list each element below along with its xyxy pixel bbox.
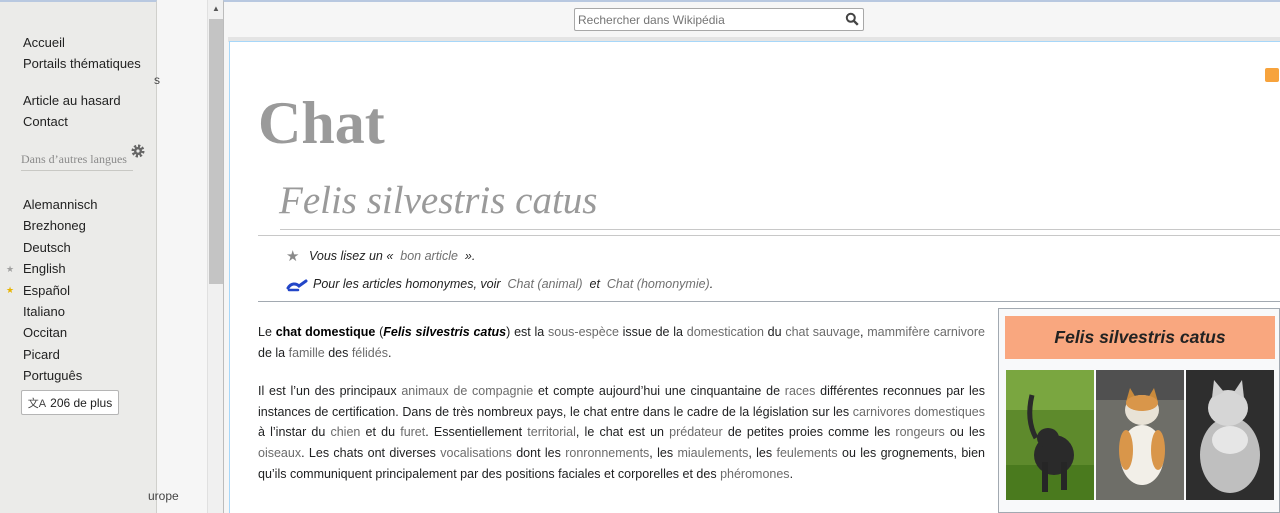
article-link[interactable]: phéromones xyxy=(720,467,790,481)
search-box[interactable] xyxy=(574,8,864,31)
disambiguation-icon xyxy=(286,279,308,292)
article-link[interactable]: vocalisations xyxy=(440,446,512,460)
bold-term: chat domestique xyxy=(275,325,376,339)
paragraph-text: de petites proies comme les xyxy=(722,425,896,440)
lang-picard[interactable]: Picard xyxy=(23,347,60,362)
sidebar-scrollbar[interactable]: ▲ xyxy=(207,0,223,513)
article-link[interactable]: rongeurs xyxy=(895,425,944,439)
more-languages-label: 206 de plus xyxy=(50,395,113,410)
edit-icon[interactable] xyxy=(1265,68,1279,82)
paragraph-text: Il est l’un des principaux xyxy=(258,384,402,398)
more-languages-button[interactable]: 文A 206 de plus xyxy=(21,390,119,415)
paragraph-text: dont les xyxy=(511,446,566,461)
paragraph-text: et du xyxy=(360,425,401,440)
sidebar: Accueil Portails thématiques Article au … xyxy=(0,0,157,513)
good-article-link[interactable]: bon article xyxy=(400,249,458,263)
article-link[interactable]: sous-espèce xyxy=(548,325,619,339)
paragraph-text: , les xyxy=(649,446,678,461)
article-link[interactable]: carnivores domestiques xyxy=(853,405,985,419)
paragraph-text: . Les chats ont diverses xyxy=(301,446,441,461)
nav-portails[interactable]: Portails thématiques xyxy=(23,56,143,71)
article-link[interactable]: furet xyxy=(400,425,425,439)
background-text-fragment: s xyxy=(154,73,160,87)
paragraph-text: Le xyxy=(258,325,276,339)
article-link[interactable]: miaulements xyxy=(677,446,748,460)
paragraph-text: du xyxy=(763,325,786,339)
divider xyxy=(280,229,1280,230)
article-link[interactable]: ronronnements xyxy=(565,446,649,460)
search-icon[interactable] xyxy=(845,12,859,26)
nav-article-hasard[interactable]: Article au hasard xyxy=(23,93,143,108)
lang-alemannisch[interactable]: Alemannisch xyxy=(23,197,97,212)
article-link[interactable]: domestication xyxy=(687,325,764,339)
article-link[interactable]: famille xyxy=(289,346,325,360)
lang-italiano[interactable]: Italiano xyxy=(23,304,65,319)
article-link[interactable]: mammifère xyxy=(867,325,930,339)
paragraph-text: , les xyxy=(748,446,777,461)
lang-brezhoneg[interactable]: Brezhoneg xyxy=(23,218,86,233)
article-link[interactable]: félidés xyxy=(352,346,388,360)
lang-espanol[interactable]: Español xyxy=(23,283,70,298)
paragraph-text: ou les xyxy=(944,425,985,440)
cat-photo-orange-white[interactable] xyxy=(1096,370,1184,500)
good-article-star-icon: ★ xyxy=(6,264,15,274)
paragraph-text: . xyxy=(789,466,794,481)
background-page-strip: s urope xyxy=(148,0,207,513)
paragraph-text: de la xyxy=(258,345,289,360)
scroll-up-arrow-icon[interactable]: ▲ xyxy=(208,0,224,18)
cat-photo-gray-longhair[interactable] xyxy=(1186,370,1274,500)
homonym-link-homonymie[interactable]: Chat (homonymie) xyxy=(607,277,710,291)
lang-english[interactable]: English xyxy=(23,261,66,276)
homonym-link-animal[interactable]: Chat (animal) xyxy=(508,277,583,291)
featured-article-star-icon: ★ xyxy=(6,285,15,295)
paragraph-text: ) est la xyxy=(506,325,549,339)
good-article-star-icon: ★ xyxy=(286,248,300,265)
article-link[interactable]: chien xyxy=(330,425,360,439)
paragraph-text: des xyxy=(324,345,352,360)
intro-paragraph-2: Il est l’un des principaux animaux de co… xyxy=(258,381,985,485)
good-article-notice: Vous lisez un « bon article ». xyxy=(309,249,476,263)
article-link[interactable]: territorial xyxy=(527,425,576,439)
article-link[interactable]: chat sauvage xyxy=(785,325,860,339)
divider xyxy=(258,301,1280,302)
lang-deutsch[interactable]: Deutsch xyxy=(23,240,71,255)
article-link[interactable]: carnivore xyxy=(934,325,985,339)
paragraph-text: . Essentiellement xyxy=(425,425,528,440)
gear-icon[interactable] xyxy=(130,143,146,159)
background-text-fragment: urope xyxy=(148,489,179,503)
page-subtitle: Felis silvestris catus xyxy=(279,179,598,222)
page-title: Chat xyxy=(258,90,385,156)
homonyms-notice: Pour les articles homonymes, voir Chat (… xyxy=(313,277,714,291)
infobox-title: Felis silvestris catus xyxy=(1005,316,1275,359)
nav-contact[interactable]: Contact xyxy=(23,114,143,129)
paragraph-text: . xyxy=(387,345,392,360)
paragraph-text: , le chat est un xyxy=(575,425,670,440)
scrollbar-thumb[interactable] xyxy=(209,19,223,284)
cat-photo-black[interactable] xyxy=(1006,370,1094,500)
translate-icon: 文A xyxy=(27,397,47,410)
search-input[interactable] xyxy=(578,11,836,28)
paragraph-text: et compte aujourd’hui une cinquantaine d… xyxy=(533,384,785,398)
article-link[interactable]: animaux de compagnie xyxy=(401,384,533,398)
languages-heading: Dans d’autres langues xyxy=(21,151,133,171)
lang-occitan[interactable]: Occitan xyxy=(23,325,67,340)
article-link[interactable]: races xyxy=(785,384,816,398)
paragraph-text: à l’instar du xyxy=(258,425,331,440)
article-link[interactable]: prédateur xyxy=(669,425,723,439)
nav-accueil[interactable]: Accueil xyxy=(23,35,143,50)
article-link[interactable]: oiseaux xyxy=(258,446,301,460)
divider xyxy=(258,235,1280,236)
lang-portugues[interactable]: Português xyxy=(23,368,82,383)
intro-paragraph-1: Le chat domestique (Felis silvestris cat… xyxy=(258,322,985,363)
article-link[interactable]: feulements xyxy=(776,446,837,460)
paragraph-text: issue de la xyxy=(618,325,687,339)
infobox: Felis silvestris catus xyxy=(998,308,1280,513)
bold-italic-term: Felis silvestris catus xyxy=(383,325,507,339)
